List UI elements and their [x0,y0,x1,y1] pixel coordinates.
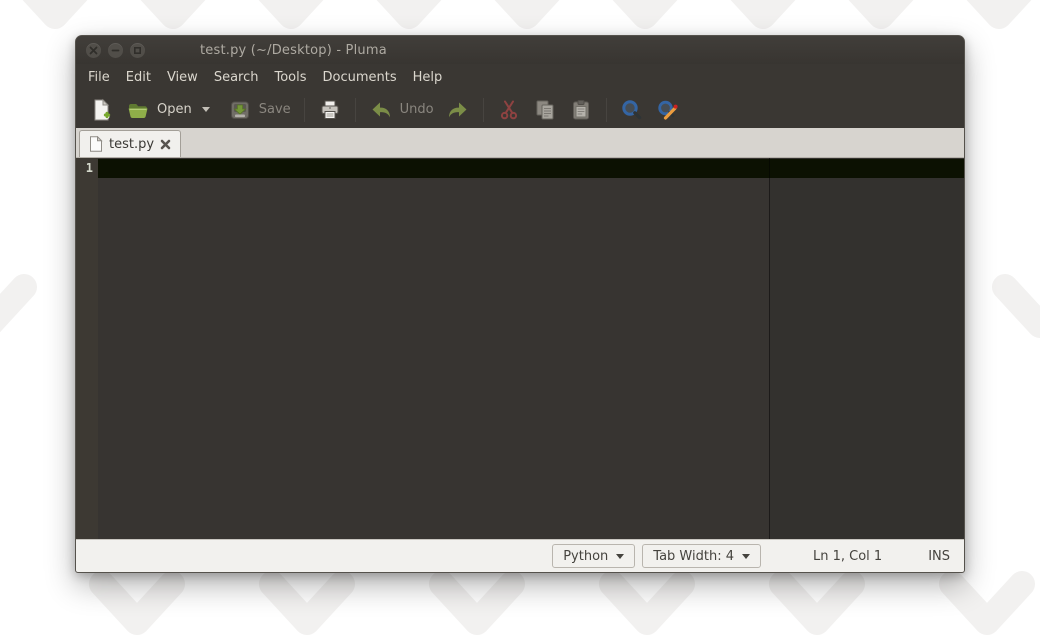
editor-area: 1 [76,158,964,539]
undo-icon [369,98,393,122]
toolbar-separator [606,98,607,122]
language-selector[interactable]: Python [552,544,635,568]
chevron-down-icon [202,107,210,112]
titlebar: test.py (~/Desktop) - Pluma [76,36,964,64]
desktop: test.py (~/Desktop) - Pluma File Edit Vi… [0,0,1040,639]
redo-button[interactable] [440,94,476,126]
line-number: 1 [86,161,93,175]
copy-icon [533,98,557,122]
menu-tools[interactable]: Tools [266,66,314,89]
maximize-icon[interactable] [130,43,145,58]
line-number-gutter: 1 [76,158,98,539]
open-button[interactable]: Open [120,94,198,126]
input-mode-indicator: INS [928,549,950,564]
save-button[interactable]: Save [222,94,297,126]
redo-icon [446,98,470,122]
menu-documents[interactable]: Documents [315,66,405,89]
tab-width-label: Tab Width: 4 [653,549,734,564]
tab-label: test.py [109,137,154,152]
chevron-down-icon [616,554,624,559]
cut-icon [497,98,521,122]
undo-button[interactable]: Undo [363,94,440,126]
toolbar-separator [304,98,305,122]
open-dropdown-button[interactable] [198,103,216,116]
document-icon [89,136,103,152]
paste-icon [569,98,593,122]
find-icon [620,98,644,122]
new-document-button[interactable] [84,94,120,126]
tab-test-py[interactable]: test.py [79,130,181,157]
find-button[interactable] [614,94,650,126]
new-document-icon [90,98,114,122]
find-replace-button[interactable] [650,94,686,126]
toolbar: Open Save [76,91,964,128]
tab-bar: test.py [76,128,964,158]
toolbar-separator [483,98,484,122]
language-label: Python [563,549,608,564]
tab-close-icon[interactable] [160,139,171,150]
pluma-window: test.py (~/Desktop) - Pluma File Edit Vi… [75,35,965,573]
open-label: Open [157,102,192,117]
status-bar: Python Tab Width: 4 Ln 1, Col 1 INS [76,539,964,572]
cut-button[interactable] [491,94,527,126]
cursor-position: Ln 1, Col 1 [813,549,882,564]
save-icon [228,98,252,122]
copy-button[interactable] [527,94,563,126]
print-button[interactable] [312,94,348,126]
close-icon[interactable] [86,43,101,58]
menu-help[interactable]: Help [405,66,451,89]
print-icon [318,98,342,122]
chevron-down-icon [742,554,750,559]
find-replace-icon [656,98,680,122]
menu-edit[interactable]: Edit [118,66,159,89]
paste-button[interactable] [563,94,599,126]
menu-search[interactable]: Search [206,66,267,89]
minimize-icon[interactable] [108,43,123,58]
save-label: Save [259,102,291,117]
menubar: File Edit View Search Tools Documents He… [76,64,964,91]
menu-file[interactable]: File [80,66,118,89]
tab-width-selector[interactable]: Tab Width: 4 [642,544,761,568]
toolbar-separator [355,98,356,122]
open-folder-icon [126,98,150,122]
window-title: test.py (~/Desktop) - Pluma [200,43,387,58]
undo-label: Undo [400,102,434,117]
menu-view[interactable]: View [159,66,206,89]
text-editor[interactable] [98,158,964,539]
